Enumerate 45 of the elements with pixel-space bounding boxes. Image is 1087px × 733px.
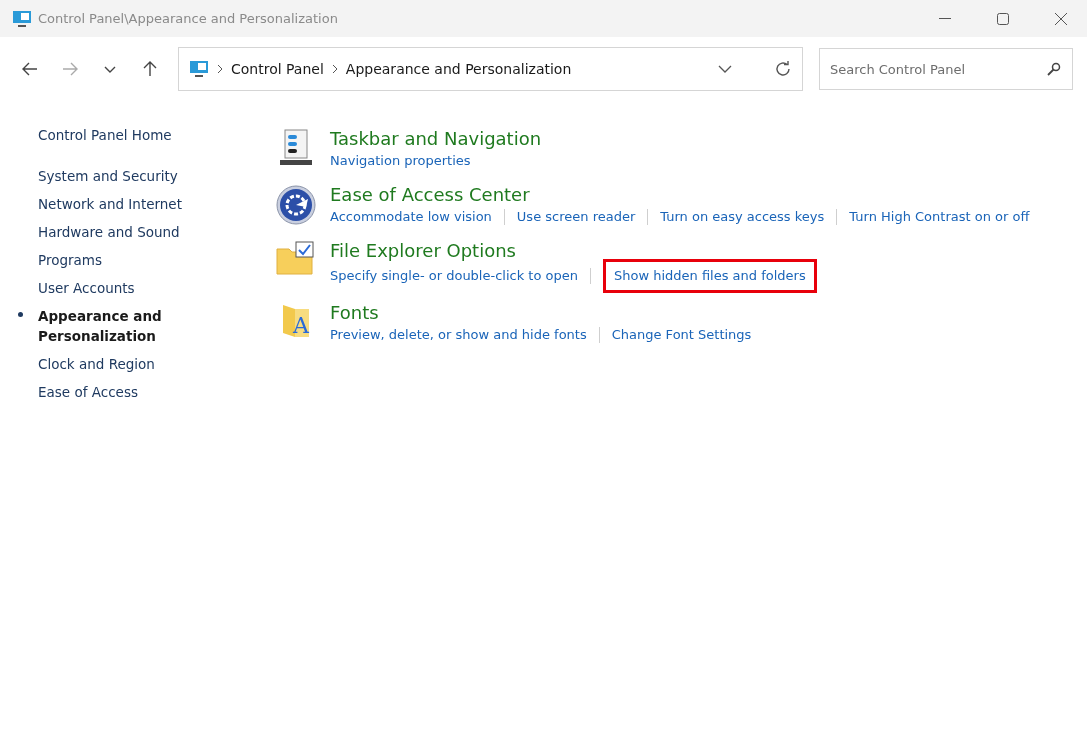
selection-bullet [18, 312, 23, 317]
caret-icon [104, 65, 116, 73]
task-link[interactable]: Turn on easy access keys [660, 207, 825, 227]
dropdown-icon[interactable] [718, 65, 732, 73]
sidebar-link[interactable]: Control Panel Home [38, 121, 198, 149]
breadcrumb[interactable]: Appearance and Personalization [345, 61, 572, 77]
close-icon [1055, 12, 1067, 25]
forward-arrow-icon [62, 62, 78, 76]
task-link[interactable]: Preview, delete, or show and hide fonts [330, 325, 587, 345]
up-arrow-icon [143, 61, 157, 77]
highlighted-task-link[interactable]: Show hidden files and folders [603, 259, 817, 293]
sidebar-link[interactable]: System and Security [38, 162, 198, 190]
task-link[interactable]: Accommodate low vision [330, 207, 492, 227]
sidebar-link[interactable]: Programs [38, 246, 198, 274]
task-link[interactable]: Change Font Settings [611, 325, 752, 345]
chevron-icon [217, 64, 223, 74]
accessibility-icon [276, 185, 316, 225]
breadcrumb[interactable]: Control Panel [231, 61, 324, 77]
task-link[interactable]: Specify single- or double-click to open [330, 266, 578, 286]
category-title-link[interactable]: Ease of Access Center [330, 183, 530, 207]
search-field[interactable]: Search Control Panel [819, 48, 1073, 90]
window-title: Control Panel\Appearance and Personalization [38, 11, 339, 26]
task-link[interactable]: Use screen reader [516, 207, 636, 227]
category-title-link[interactable]: Fonts [330, 301, 379, 325]
task-link[interactable]: Navigation properties [330, 151, 471, 171]
chevron-icon [331, 64, 338, 74]
sidebar-link[interactable]: Network and Internet [38, 190, 198, 218]
folder-checkbox-icon [276, 241, 316, 275]
category-title-link[interactable]: Taskbar and Navigation [330, 127, 542, 151]
sidebar-link[interactable]: Ease of Access [38, 378, 198, 406]
task-link[interactable]: Turn High Contrast on or off [849, 207, 1030, 227]
minimize-icon [939, 18, 951, 19]
control-panel-icon [189, 60, 209, 78]
sidebar-link[interactable]: Hardware and Sound [38, 218, 198, 246]
sidebar-link[interactable]: Appearance and Personalization [38, 302, 198, 350]
category-title-link[interactable]: File Explorer Options [330, 239, 516, 263]
refresh-icon[interactable] [774, 60, 792, 78]
back-arrow-icon [22, 62, 38, 76]
maximize-icon [997, 12, 1009, 25]
search-icon [1047, 62, 1061, 76]
sidebar-link[interactable]: Clock and Region [38, 350, 198, 378]
control-panel-icon [12, 9, 32, 28]
sidebar-link[interactable]: User Accounts [38, 274, 198, 302]
address-bar[interactable]: Control Panel Appearance and Personalization [178, 47, 803, 91]
taskbar-icon [279, 129, 313, 167]
